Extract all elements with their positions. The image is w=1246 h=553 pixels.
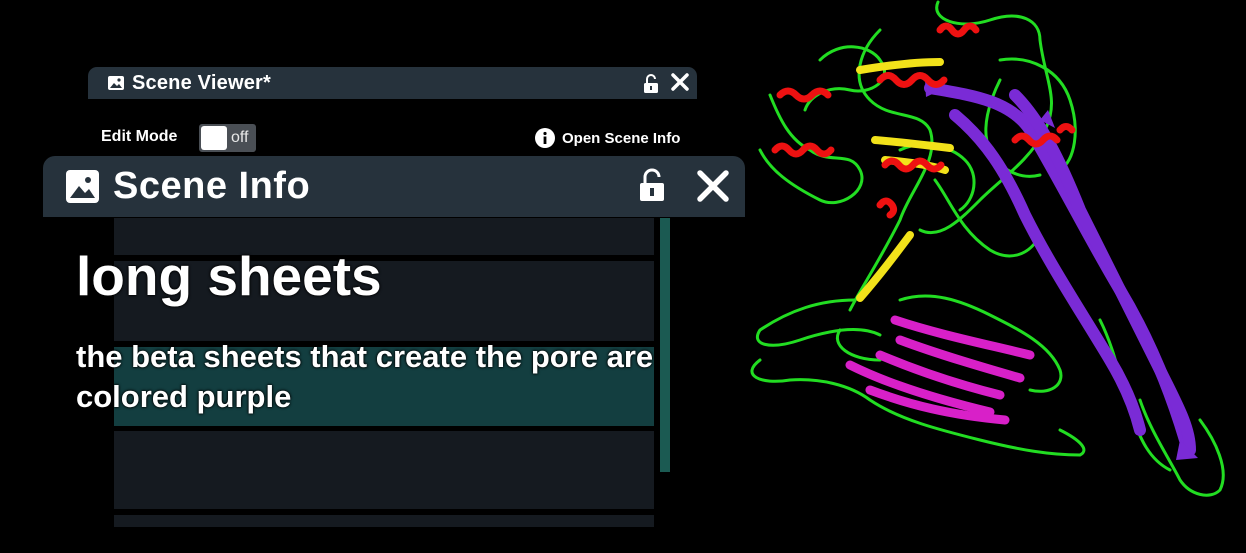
list-item[interactable] bbox=[114, 515, 654, 527]
scene-info-description: the beta sheets that create the pore are… bbox=[76, 339, 654, 414]
pore-beta-sheets bbox=[924, 82, 1196, 456]
info-icon bbox=[535, 128, 555, 148]
toggle-knob bbox=[201, 126, 227, 150]
toggle-state-label: off bbox=[231, 129, 249, 146]
edit-mode-toggle[interactable]: off bbox=[199, 124, 256, 152]
unlock-icon[interactable] bbox=[643, 74, 659, 94]
close-icon[interactable] bbox=[695, 168, 731, 204]
close-icon[interactable] bbox=[669, 71, 691, 93]
scene-image-icon bbox=[66, 170, 99, 203]
scene-info-title: Scene Info bbox=[113, 165, 311, 207]
open-scene-info-label: Open Scene Info bbox=[562, 129, 681, 147]
open-scene-info-button[interactable]: Open Scene Info bbox=[535, 128, 680, 148]
scene-image-icon bbox=[108, 76, 124, 90]
list-item[interactable] bbox=[114, 431, 654, 509]
scene-info-titlebar[interactable]: Scene Info bbox=[43, 156, 745, 217]
scene-viewer-title: Scene Viewer* bbox=[132, 71, 271, 94]
scene-info-heading: long sheets bbox=[76, 245, 382, 307]
unlock-icon[interactable] bbox=[639, 168, 665, 202]
edit-mode-label: Edit Mode bbox=[101, 128, 178, 145]
scene-viewer-titlebar[interactable]: Scene Viewer* bbox=[88, 67, 697, 99]
protein-structure-viewport[interactable] bbox=[735, 0, 1246, 553]
